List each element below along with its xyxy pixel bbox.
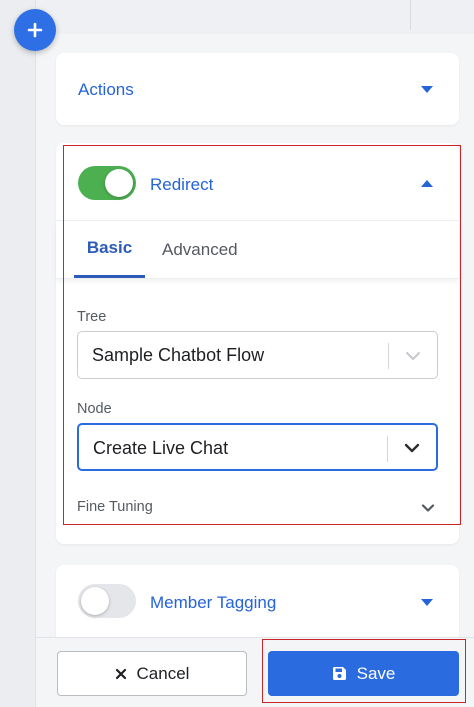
plus-icon <box>27 22 43 38</box>
tree-select[interactable]: Sample Chatbot Flow <box>77 331 438 379</box>
toggle-knob <box>81 587 109 615</box>
actions-title: Actions <box>78 80 134 99</box>
actions-card[interactable]: Actions <box>56 53 459 125</box>
select-separator <box>387 436 388 462</box>
node-select-value: Create Live Chat <box>93 438 229 458</box>
add-button[interactable] <box>14 9 56 51</box>
save-button[interactable]: Save <box>268 651 459 696</box>
select-separator <box>388 343 389 369</box>
floppy-disk-icon <box>332 667 346 680</box>
redirect-title: Redirect <box>150 175 214 194</box>
node-select[interactable]: Create Live Chat <box>77 423 438 471</box>
chevron-up-icon[interactable] <box>421 180 433 187</box>
toggle-knob <box>105 169 133 197</box>
top-divider <box>410 0 411 30</box>
tree-label: Tree <box>77 309 107 325</box>
close-icon <box>115 668 126 679</box>
save-label: Save <box>356 663 396 683</box>
chevron-down-icon[interactable] <box>421 86 433 93</box>
chevron-down-icon[interactable] <box>402 438 422 458</box>
chevron-down-icon[interactable] <box>421 501 435 515</box>
member-tagging-toggle[interactable] <box>78 584 136 618</box>
tree-select-value: Sample Chatbot Flow <box>92 345 265 365</box>
cancel-label: Cancel <box>136 663 190 683</box>
top-strip <box>36 0 474 34</box>
redirect-card: Redirect Basic Advanced Tree Sample Chat… <box>56 143 459 544</box>
redirect-toggle[interactable] <box>78 166 136 200</box>
tab-advanced[interactable]: Advanced <box>162 221 238 278</box>
cancel-button[interactable]: Cancel <box>57 651 247 696</box>
fine-tuning-toggle[interactable]: Fine Tuning <box>77 499 153 515</box>
member-tagging-title: Member Tagging <box>150 593 277 612</box>
chevron-down-icon[interactable] <box>403 346 423 366</box>
tab-basic[interactable]: Basic <box>74 221 145 278</box>
left-rail <box>0 0 36 707</box>
tabs-bar: Basic Advanced <box>56 221 459 279</box>
member-tagging-card: Member Tagging <box>56 565 459 645</box>
node-label: Node <box>77 401 112 417</box>
chevron-down-icon[interactable] <box>421 599 433 606</box>
